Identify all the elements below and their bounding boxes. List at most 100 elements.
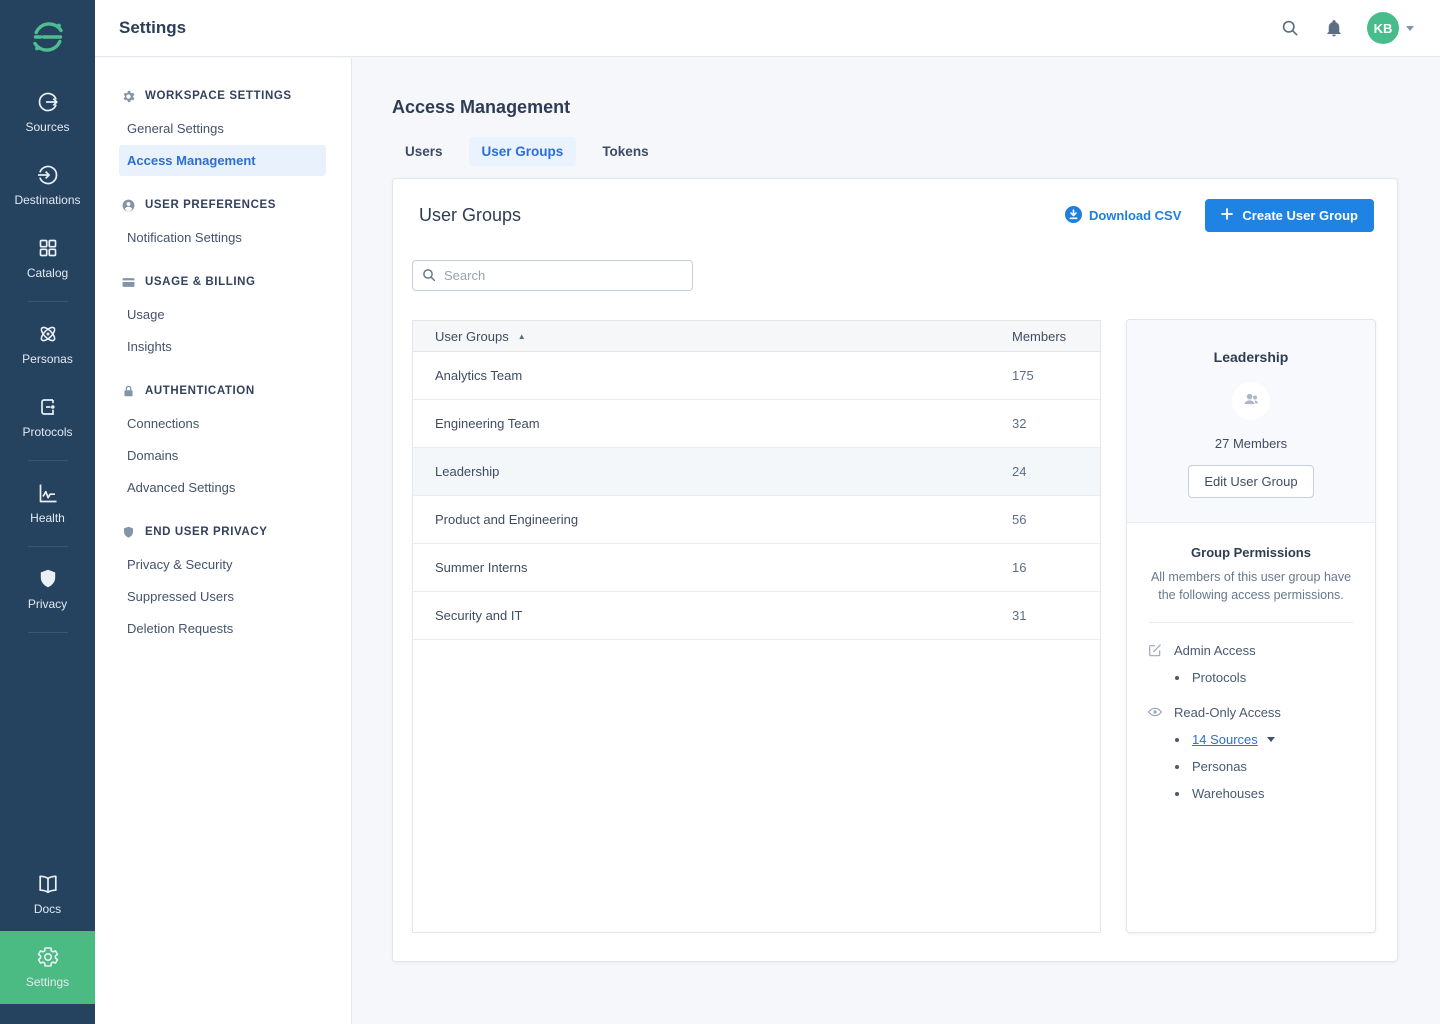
table-row[interactable]: Summer Interns 16 <box>413 544 1100 592</box>
section-header: USAGE & BILLING <box>95 266 351 298</box>
divider <box>28 632 68 633</box>
column-header-members[interactable]: Members <box>1012 329 1100 344</box>
section-header: USER PREFERENCES <box>95 189 351 221</box>
protocols-icon <box>36 395 60 419</box>
group-name: Engineering Team <box>413 416 1012 431</box>
search-input[interactable] <box>412 260 693 291</box>
sidebar-item-destinations[interactable]: Destinations <box>0 149 95 222</box>
top-bar: Settings KB <box>95 0 1440 57</box>
list-item: 14 Sources <box>1175 732 1355 747</box>
sort-ascending-icon: ▲ <box>518 332 526 341</box>
section-title: USER PREFERENCES <box>145 199 276 211</box>
sidebar-item-connections[interactable]: Connections <box>95 408 351 439</box>
sidebar-item-access-management[interactable]: Access Management <box>119 145 326 176</box>
settings-sidebar: WORKSPACE SETTINGS General Settings Acce… <box>95 58 352 1024</box>
sources-icon <box>36 90 60 114</box>
sidebar-item-docs[interactable]: Docs <box>0 858 95 931</box>
tab-user-groups[interactable]: User Groups <box>469 137 577 166</box>
sidebar-item-label: Catalog <box>27 266 68 280</box>
sidebar-item-suppressed-users[interactable]: Suppressed Users <box>95 581 351 612</box>
user-groups-card: User Groups Download CSV Create User Gro… <box>392 178 1398 962</box>
sidebar-item-insights[interactable]: Insights <box>95 331 351 362</box>
list-item: Protocols <box>1175 670 1355 685</box>
group-avatar <box>1232 382 1270 420</box>
gear-icon <box>121 89 136 104</box>
sidebar-item-catalog[interactable]: Catalog <box>0 222 95 295</box>
sidebar-item-label: Destinations <box>14 193 80 207</box>
card-title: User Groups <box>419 205 521 226</box>
group-title: Leadership <box>1143 349 1359 365</box>
edit-icon <box>1147 642 1163 658</box>
group-name: Product and Engineering <box>413 512 1012 527</box>
sidebar-item-label: Sources <box>25 120 69 134</box>
group-name: Security and IT <box>413 608 1012 623</box>
divider <box>28 546 68 547</box>
edit-user-group-button[interactable]: Edit User Group <box>1188 465 1313 498</box>
admin-access-group: Admin Access <box>1147 642 1355 658</box>
sidebar-item-domains[interactable]: Domains <box>95 440 351 471</box>
bullet-icon <box>1175 792 1179 796</box>
health-icon <box>36 481 60 505</box>
notifications-bell-icon[interactable] <box>1323 17 1345 39</box>
group-name: Analytics Team <box>413 368 1012 383</box>
sidebar-item-label: Personas <box>22 352 73 366</box>
sidebar-item-label: Privacy <box>28 597 67 611</box>
sidebar-item-protocols[interactable]: Protocols <box>0 381 95 454</box>
avatar[interactable]: KB <box>1367 12 1399 44</box>
table-row[interactable]: Engineering Team 32 <box>413 400 1100 448</box>
create-user-group-button[interactable]: Create User Group <box>1205 199 1374 232</box>
sidebar-item-label: Settings <box>26 975 69 989</box>
access-group-label: Read-Only Access <box>1174 705 1281 720</box>
sidebar-item-settings[interactable]: Settings <box>0 931 95 1004</box>
nav-section-authentication: AUTHENTICATION Connections Domains Advan… <box>95 375 351 503</box>
download-icon <box>1065 206 1082 226</box>
sidebar-item-deletion-requests[interactable]: Deletion Requests <box>95 613 351 644</box>
member-count: 31 <box>1012 608 1100 623</box>
chevron-down-icon[interactable] <box>1267 737 1275 742</box>
group-name: Leadership <box>413 464 1012 479</box>
read-only-access-group: Read-Only Access <box>1147 704 1355 720</box>
sidebar-item-personas[interactable]: Personas <box>0 308 95 381</box>
chevron-down-icon <box>1406 26 1414 31</box>
permissions-title: Group Permissions <box>1147 545 1355 560</box>
sidebar-item-health[interactable]: Health <box>0 467 95 540</box>
sidebar-item-privacy-security[interactable]: Privacy & Security <box>95 549 351 580</box>
sidebar-item-privacy[interactable]: Privacy <box>0 553 95 626</box>
section-title: AUTHENTICATION <box>145 385 255 397</box>
divider <box>28 460 68 461</box>
admin-access-list: Protocols <box>1175 670 1355 685</box>
sources-count-link[interactable]: 14 Sources <box>1192 732 1258 747</box>
nav-section-workspace-settings: WORKSPACE SETTINGS General Settings Acce… <box>95 80 351 176</box>
nav-section-end-user-privacy: END USER PRIVACY Privacy & Security Supp… <box>95 516 351 644</box>
tab-users[interactable]: Users <box>392 137 456 166</box>
sidebar-item-label: Docs <box>34 902 61 916</box>
tab-tokens[interactable]: Tokens <box>589 137 661 166</box>
bullet-icon <box>1175 765 1179 769</box>
nav-section-user-preferences: USER PREFERENCES Notification Settings <box>95 189 351 253</box>
user-icon <box>121 198 136 213</box>
user-menu[interactable]: KB <box>1367 12 1414 44</box>
column-header-user-groups[interactable]: User Groups ▲ <box>413 329 1012 344</box>
spacer <box>0 1004 95 1024</box>
sidebar-item-notification-settings[interactable]: Notification Settings <box>95 222 351 253</box>
divider <box>28 301 68 302</box>
member-count: 175 <box>1012 368 1100 383</box>
sidebar-item-advanced-settings[interactable]: Advanced Settings <box>95 472 351 503</box>
sidebar-item-sources[interactable]: Sources <box>0 76 95 149</box>
divider <box>1149 622 1353 623</box>
search-icon[interactable] <box>1279 17 1301 39</box>
section-title: WORKSPACE SETTINGS <box>145 90 292 102</box>
member-count: 56 <box>1012 512 1100 527</box>
sidebar-item-usage[interactable]: Usage <box>95 299 351 330</box>
table-row-selected[interactable]: Leadership 24 <box>413 448 1100 496</box>
member-count-label: 27 Members <box>1143 436 1359 451</box>
segment-logo-icon[interactable] <box>27 16 69 58</box>
bullet-icon <box>1175 738 1179 742</box>
table-row[interactable]: Analytics Team 175 <box>413 352 1100 400</box>
user-groups-table: User Groups ▲ Members Analytics Team 175… <box>412 320 1101 933</box>
eye-icon <box>1147 704 1163 720</box>
table-row[interactable]: Security and IT 31 <box>413 592 1100 640</box>
table-row[interactable]: Product and Engineering 56 <box>413 496 1100 544</box>
sidebar-item-general-settings[interactable]: General Settings <box>95 113 351 144</box>
download-csv-button[interactable]: Download CSV <box>1065 206 1181 226</box>
